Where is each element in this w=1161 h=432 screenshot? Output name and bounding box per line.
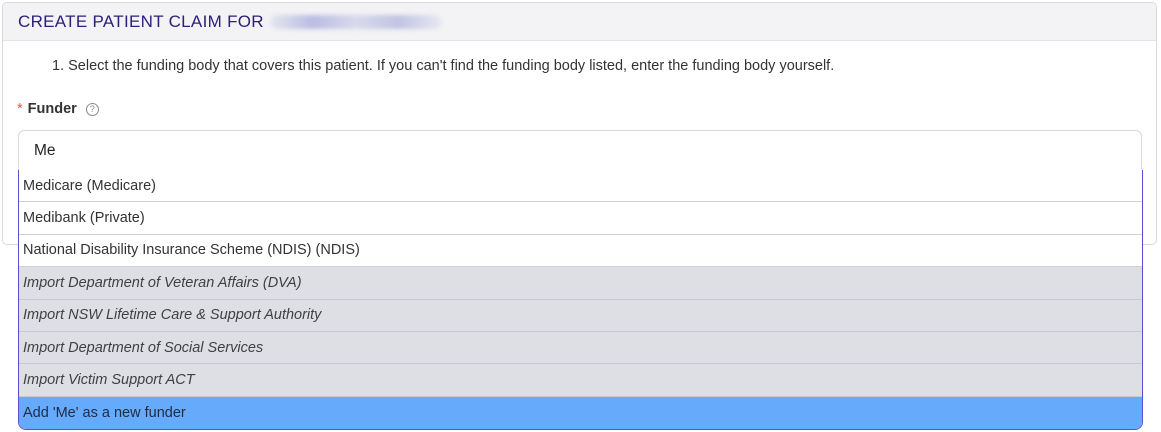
funder-option-medibank[interactable]: Medibank (Private) — [19, 202, 1142, 235]
required-marker: * — [17, 101, 23, 117]
step-instruction: 1. Select the funding body that covers t… — [52, 58, 835, 74]
patient-name-redacted — [269, 14, 442, 29]
funder-input[interactable] — [18, 130, 1142, 171]
page-title: CREATE PATIENT CLAIM FOR — [18, 11, 264, 31]
card-header: CREATE PATIENT CLAIM FOR — [3, 3, 1156, 41]
funder-option-import-nsw-lifetime-care[interactable]: Import NSW Lifetime Care & Support Autho… — [19, 299, 1142, 332]
funder-option-import-dva[interactable]: Import Department of Veteran Affairs (DV… — [19, 267, 1142, 300]
funder-label-text: Funder — [27, 101, 77, 117]
funder-option-medicare[interactable]: Medicare (Medicare) — [19, 170, 1142, 203]
funder-option-import-social-services[interactable]: Import Department of Social Services — [19, 331, 1142, 365]
funder-label: * Funder ? — [17, 101, 99, 117]
funder-option-import-victim-support-act[interactable]: Import Victim Support ACT — [19, 364, 1142, 397]
funder-option-ndis[interactable]: National Disability Insurance Scheme (ND… — [19, 235, 1142, 268]
add-new-funder-option[interactable]: Add 'Me' as a new funder — [19, 396, 1142, 429]
funder-dropdown: Medicare (Medicare) Medibank (Private) N… — [18, 170, 1143, 430]
help-icon[interactable]: ? — [85, 102, 99, 116]
